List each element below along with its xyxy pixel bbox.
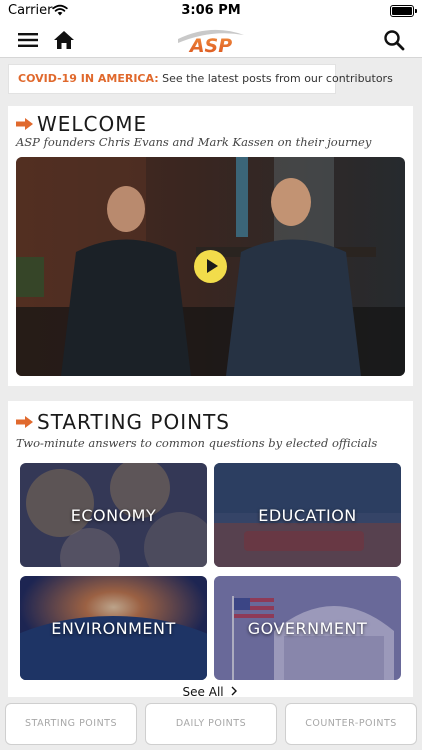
asp-logo[interactable]: ASP <box>176 25 246 55</box>
starting-points-header: STARTING POINTS <box>16 410 230 434</box>
status-bar: Carrier 3:06 PM <box>0 0 422 22</box>
tile-economy-label: ECONOMY <box>70 505 157 525</box>
starting-points-subtitle: Two-minute answers to common questions b… <box>16 436 378 450</box>
welcome-title: WELCOME <box>37 112 148 136</box>
arrow-icon <box>16 118 33 130</box>
welcome-section: WELCOME ASP founders Chris Evans and Mar… <box>8 106 413 386</box>
tile-environment-label: ENVIRONMENT <box>51 618 176 638</box>
tab-daily-points[interactable]: DAILY POINTS <box>145 703 277 745</box>
tab-counter-points-label: COUNTER-POINTS <box>305 718 397 729</box>
welcome-subtitle: ASP founders Chris Evans and Mark Kassen… <box>16 135 372 149</box>
tile-environment[interactable]: ENVIRONMENT <box>20 576 207 680</box>
tile-education[interactable]: EDUCATION <box>214 463 401 567</box>
battery-icon <box>390 5 417 17</box>
play-button[interactable] <box>194 250 227 283</box>
search-icon[interactable] <box>380 26 408 54</box>
chevron-right-icon <box>231 686 238 696</box>
tab-starting-points[interactable]: STARTING POINTS <box>5 703 137 745</box>
tile-education-label: EDUCATION <box>258 505 357 525</box>
tile-economy[interactable]: ECONOMY <box>20 463 207 567</box>
tile-government-label: GOVERNMENT <box>247 618 368 638</box>
top-nav-bar: ASP <box>0 22 422 58</box>
logo-text: ASP <box>188 35 232 55</box>
menu-icon[interactable] <box>14 26 42 54</box>
bottom-tab-bar: STARTING POINTS DAILY POINTS COUNTER-POI… <box>0 697 422 750</box>
tab-starting-points-label: STARTING POINTS <box>24 718 118 729</box>
play-icon <box>207 259 218 273</box>
home-icon[interactable] <box>50 26 78 54</box>
tab-counter-points[interactable]: COUNTER-POINTS <box>285 703 417 745</box>
welcome-header: WELCOME <box>16 112 147 136</box>
covid-banner[interactable]: COVID-19 IN AMERICA: See the latest post… <box>8 64 393 94</box>
banner-highlight: COVID-19 IN AMERICA: <box>18 72 159 85</box>
arrow-icon <box>16 416 33 428</box>
starting-points-title: STARTING POINTS <box>37 410 230 434</box>
status-time: 3:06 PM <box>181 3 241 18</box>
starting-points-section: STARTING POINTS Two-minute answers to co… <box>8 401 413 699</box>
tab-daily-points-label: DAILY POINTS <box>175 718 247 729</box>
welcome-video[interactable] <box>16 157 405 376</box>
tile-government[interactable]: GOVERNMENT <box>214 576 401 680</box>
banner-text: See the latest posts from our contributo… <box>162 72 393 85</box>
